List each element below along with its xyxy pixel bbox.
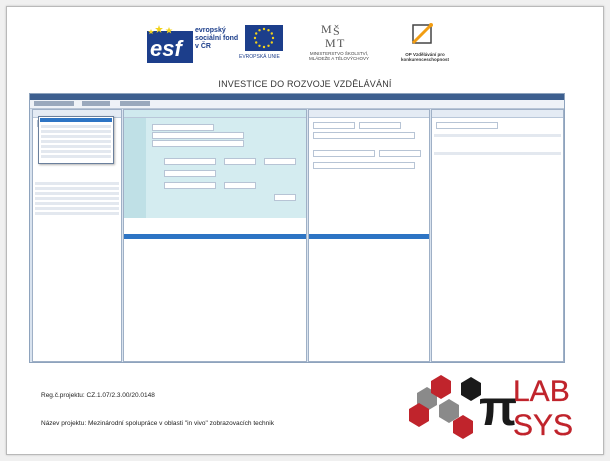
lab-sys-logo: π LAB SYS — [409, 375, 573, 442]
project-registration: Reg.č.projektu: CZ.1.07/2.3.00/20.0148 — [41, 392, 155, 399]
examination-pane — [123, 109, 307, 362]
app-toolbar — [30, 100, 564, 109]
side-panel — [431, 109, 564, 362]
svg-text:LAB: LAB — [513, 375, 570, 408]
msmt-logo: M Š M T — [321, 22, 345, 49]
svg-text:M: M — [325, 36, 336, 49]
logo-band: esf evropský sociální fond v ČR EVROPSKÁ… — [7, 19, 603, 79]
eu-caption: EVROPSKÁ UNIE — [239, 54, 280, 60]
svg-text:SYS: SYS — [513, 409, 573, 442]
op-vk-logo — [411, 23, 433, 45]
esf-logo: esf — [147, 25, 193, 63]
presentation-slide: esf evropský sociální fond v ČR EVROPSKÁ… — [6, 6, 604, 455]
msmt-caption: MINISTERSTVO ŠKOLSTVÍ, MLÁDEŽE A TĚLOVÝC… — [309, 51, 369, 61]
investment-banner: INVESTICE DO ROZVOJE VZDĚLÁVÁNÍ — [218, 79, 392, 89]
app-screenshot — [29, 93, 565, 363]
project-name: Název projektu: Mezinárodní spolupráce v… — [41, 420, 274, 427]
svg-text:T: T — [337, 36, 345, 49]
dropdown-list — [38, 116, 114, 164]
op-caption: OP Vzdělávání pro konkurenceschopnost — [400, 52, 449, 62]
order-detail-pane — [308, 109, 430, 362]
svg-text:esf: esf — [150, 36, 184, 61]
eu-flag-logo — [245, 25, 283, 51]
svg-text:π: π — [479, 380, 517, 436]
svg-text:M: M — [321, 22, 332, 36]
esf-text: evropský sociální fond v ČR — [195, 27, 239, 50]
